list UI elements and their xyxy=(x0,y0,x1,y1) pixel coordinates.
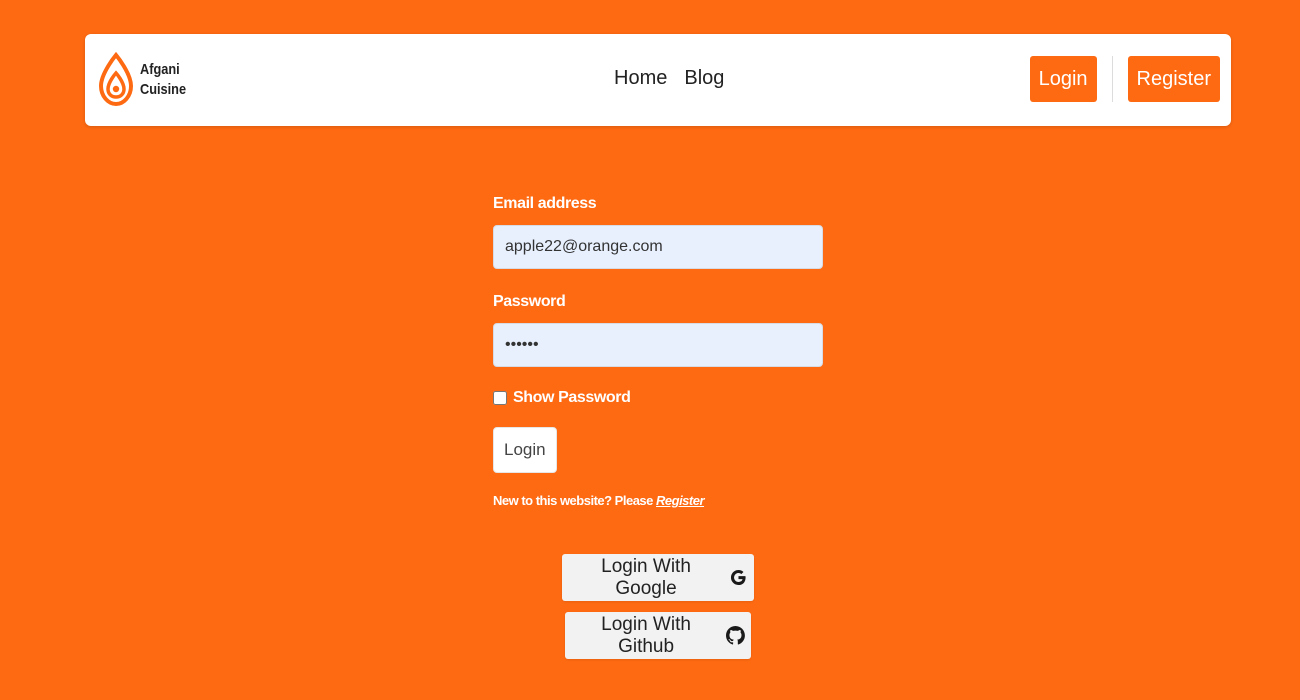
register-prompt: New to this website? Please Register xyxy=(493,493,823,508)
nav-links: Home Blog xyxy=(614,67,724,90)
nav-link-blog[interactable]: Blog xyxy=(684,67,724,90)
nav-divider xyxy=(1111,56,1113,102)
google-icon xyxy=(731,569,746,586)
brand-name-line1: Afgani xyxy=(140,61,180,78)
nav-register-button[interactable]: Register xyxy=(1127,56,1220,102)
login-with-google-button[interactable]: Login With Google xyxy=(562,554,754,601)
brand-name-line2: Cuisine xyxy=(140,81,187,98)
nav-actions: Login Register xyxy=(1029,56,1220,102)
register-link[interactable]: Register xyxy=(656,493,705,508)
password-field[interactable] xyxy=(493,323,823,367)
login-form: Email address Password Show Password Log… xyxy=(493,195,823,508)
flame-drop-icon xyxy=(98,52,134,107)
show-password-row: Show Password xyxy=(493,389,823,407)
show-password-label: Show Password xyxy=(513,389,631,406)
password-label: Password xyxy=(493,293,566,310)
login-with-github-button[interactable]: Login With Github xyxy=(565,612,751,659)
show-password-checkbox[interactable] xyxy=(493,391,507,405)
navbar: Afgani Cuisine Home Blog Login Register xyxy=(85,34,1231,126)
nav-login-button[interactable]: Login xyxy=(1029,56,1097,102)
email-field[interactable] xyxy=(493,225,823,269)
register-prompt-text: New to this website? Please xyxy=(493,493,653,508)
nav-link-home[interactable]: Home xyxy=(614,67,667,90)
brand-name: Afgani Cuisine xyxy=(140,60,186,100)
google-button-label: Login With Google xyxy=(601,555,691,599)
brand-logo-link[interactable]: Afgani Cuisine xyxy=(97,52,194,108)
email-label: Email address xyxy=(493,195,597,212)
github-button-label: Login With Github xyxy=(601,613,691,657)
login-submit-button[interactable]: Login xyxy=(493,427,557,473)
github-icon xyxy=(726,626,745,645)
